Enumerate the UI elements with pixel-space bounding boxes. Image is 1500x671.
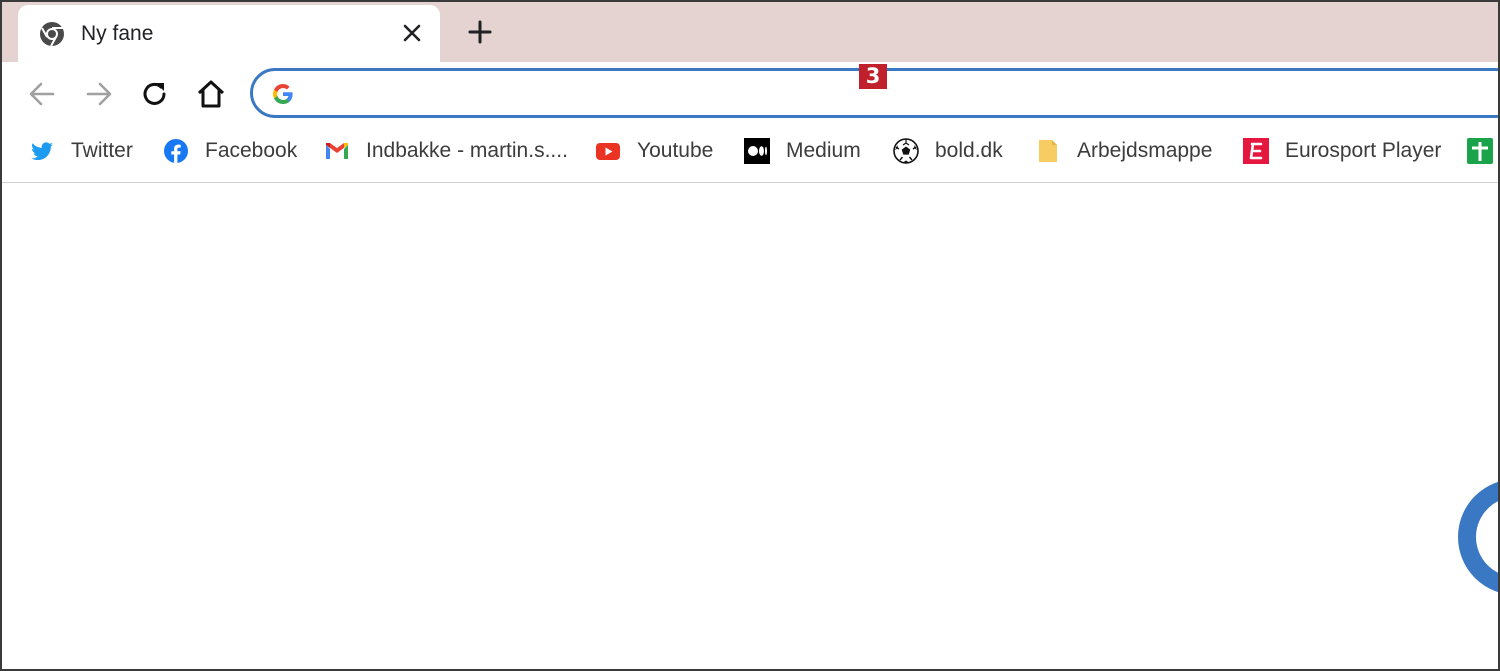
eurosport-icon [1243, 138, 1269, 164]
toolbar [2, 62, 1498, 124]
arrow-left-icon[interactable] [26, 78, 58, 110]
green-cross-icon [1467, 138, 1493, 164]
bookmark-label: bold.dk [935, 139, 1003, 162]
bookmark-eurosport-player[interactable]: Eurosport Player [1243, 136, 1441, 166]
youtube-icon [596, 143, 620, 160]
bookmark-label: Youtube [637, 139, 714, 162]
loading-spinner [1458, 479, 1498, 595]
bookmark-facebook[interactable]: Facebook [163, 136, 297, 166]
bookmark-youtube[interactable]: Youtube [595, 136, 713, 166]
google-g-icon [273, 84, 293, 104]
gmail-icon [326, 143, 348, 159]
bookmark-label: Facebook [205, 139, 298, 162]
tab-title: Ny fane [81, 22, 154, 45]
new-tab-plus-icon[interactable] [467, 19, 493, 45]
bookmark-partial[interactable] [1467, 136, 1493, 166]
tab-strip: Ny fane [2, 2, 1498, 62]
bookmark-label: Eurosport Player [1285, 139, 1442, 162]
medium-icon [744, 138, 770, 164]
facebook-icon [164, 139, 188, 163]
arrow-right-icon[interactable] [83, 78, 115, 110]
chrome-icon [40, 22, 64, 47]
bookmark-label: Medium [786, 139, 861, 162]
tab-new-tab[interactable]: Ny fane [18, 5, 440, 62]
browser-window: Ny fane 3 Twitter Facebook Indbakke - ma… [0, 0, 1500, 671]
step-badge: 3 [859, 64, 887, 89]
soccer-ball-icon [893, 138, 919, 164]
twitter-icon [31, 142, 53, 161]
close-icon[interactable] [401, 22, 423, 44]
home-icon[interactable] [195, 78, 227, 110]
reload-icon[interactable] [139, 78, 171, 110]
bookmarks-bar: Twitter Facebook Indbakke - martin.s.... [2, 124, 1498, 183]
bookmark-gmail[interactable]: Indbakke - martin.s.... [324, 136, 568, 166]
bookmark-label: Arbejdsmappe [1077, 139, 1213, 162]
folder-icon [1039, 140, 1057, 162]
bookmark-bold-dk[interactable]: bold.dk [893, 136, 1003, 166]
bookmark-label: Twitter [71, 139, 133, 162]
bookmark-label: Indbakke - martin.s.... [366, 139, 568, 162]
bookmark-medium[interactable]: Medium [744, 136, 861, 166]
bookmark-twitter[interactable]: Twitter [29, 136, 133, 166]
bookmark-arbejdsmappe[interactable]: Arbejdsmappe [1035, 136, 1212, 166]
